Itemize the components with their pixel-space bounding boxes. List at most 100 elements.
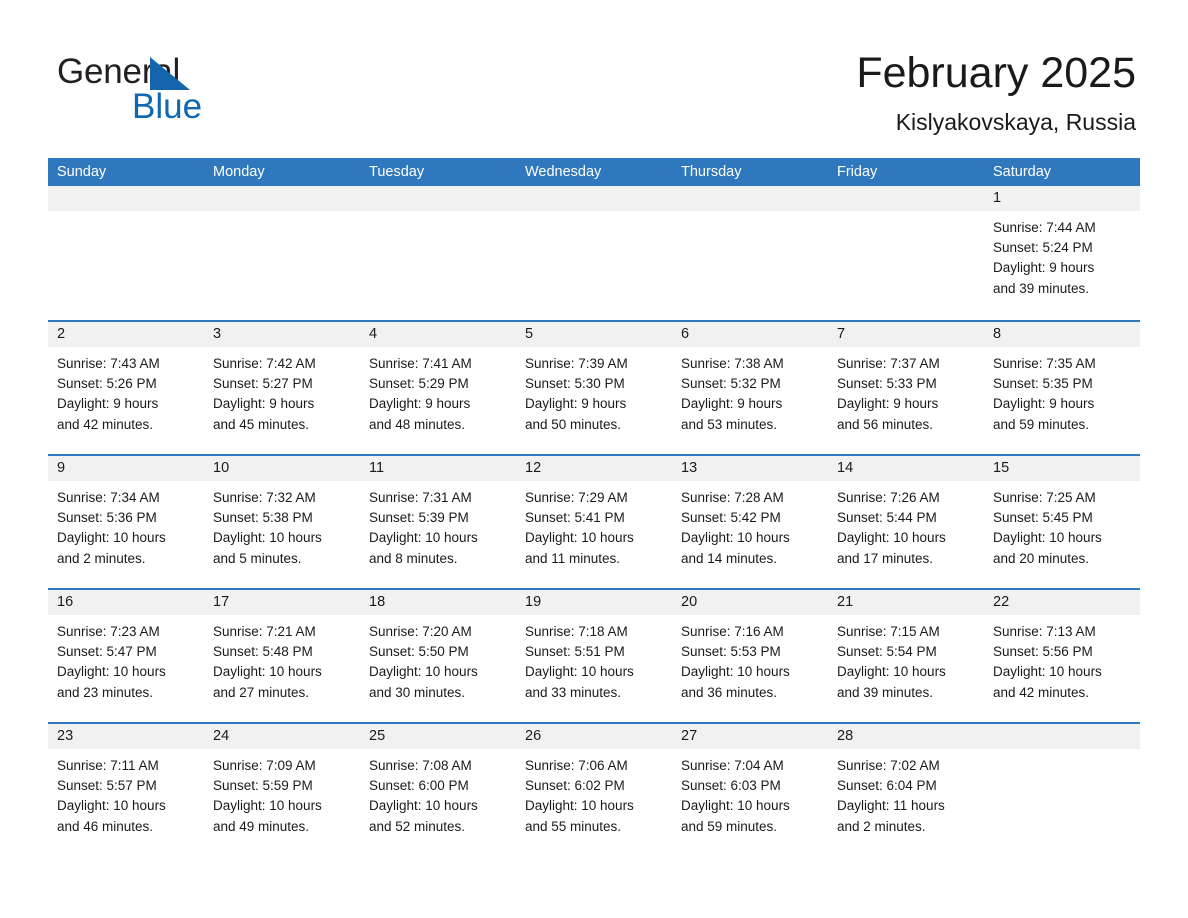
calendar-day-cell[interactable]: 22 Sunrise: 7:13 AM Sunset: 5:56 PM Dayligh… — [984, 590, 1140, 722]
calendar-day-cell[interactable]: 19 Sunrise: 7:18 AM Sunset: 5:51 PM Dayligh… — [516, 590, 672, 722]
sunrise-text: Sunrise: 7:06 AM — [525, 758, 628, 773]
day-number-band: 11 — [360, 456, 516, 481]
sunset-text: Sunset: 5:41 PM — [525, 510, 625, 526]
day-details: Sunrise: 7:02 AM Sunset: 6:04 PM Daylight:… — [828, 749, 984, 837]
day-number-band: 4 — [360, 322, 516, 347]
day-details: Sunrise: 7:44 AM Sunset: 5:24 PM Daylight:… — [984, 211, 1140, 299]
calendar-day-cell[interactable]: 16 Sunrise: 7:23 AM Sunset: 5:47 PM Dayligh… — [48, 590, 204, 722]
sunrise-text: Sunrise: 7:44 AM — [993, 220, 1096, 235]
day-number-band: 8 — [984, 322, 1140, 347]
calendar-day-cell[interactable]: 10 Sunrise: 7:32 AM Sunset: 5:38 PM Dayligh… — [204, 456, 360, 588]
daylight-text-line2: and 53 minutes. — [681, 416, 778, 432]
calendar-day-cell[interactable]: 3 Sunrise: 7:42 AM Sunset: 5:27 PM Daylight… — [204, 322, 360, 454]
day-number-band: 18 — [360, 590, 516, 615]
sunrise-text: Sunrise: 7:23 AM — [57, 624, 160, 639]
calendar-day-cell[interactable]: 24 Sunrise: 7:09 AM Sunset: 5:59 PM Dayligh… — [204, 724, 360, 856]
sunset-text: Sunset: 5:29 PM — [369, 376, 469, 392]
daylight-text-line1: Daylight: 10 hours — [525, 664, 634, 680]
day-number: 7 — [837, 326, 846, 342]
daylight-text-line1: Daylight: 9 hours — [837, 396, 939, 412]
day-number-band: 24 — [204, 724, 360, 749]
sunrise-text: Sunrise: 7:20 AM — [369, 624, 472, 639]
sunset-text: Sunset: 5:27 PM — [213, 376, 313, 392]
calendar-day-cell[interactable]: 21 Sunrise: 7:15 AM Sunset: 5:54 PM Dayligh… — [828, 590, 984, 722]
calendar-day-cell[interactable]: 4 Sunrise: 7:41 AM Sunset: 5:29 PM Daylight… — [360, 322, 516, 454]
calendar-weeks: 1 Sunrise: 7:44 AM Sunset: 5:24 PM Daylight… — [48, 186, 1140, 856]
calendar-grid: Sunday Monday Tuesday Wednesday Thursday… — [48, 158, 1140, 856]
sunset-text: Sunset: 6:03 PM — [681, 778, 781, 794]
sunrise-text: Sunrise: 7:08 AM — [369, 758, 472, 773]
day-number-band: 7 — [828, 322, 984, 347]
calendar-day-cell[interactable]: 23 Sunrise: 7:11 AM Sunset: 5:57 PM Dayligh… — [48, 724, 204, 856]
day-number-band: 5 — [516, 322, 672, 347]
day-number-band: 14 — [828, 456, 984, 481]
daylight-text-line1: Daylight: 9 hours — [681, 396, 783, 412]
weekday-header-row: Sunday Monday Tuesday Wednesday Thursday… — [48, 158, 1140, 186]
day-number: 9 — [57, 460, 66, 476]
day-number-band: 13 — [672, 456, 828, 481]
day-number: 20 — [681, 594, 698, 610]
sunrise-text: Sunrise: 7:37 AM — [837, 356, 940, 371]
calendar-day-cell[interactable]: 20 Sunrise: 7:16 AM Sunset: 5:53 PM Dayligh… — [672, 590, 828, 722]
daylight-text-line2: and 45 minutes. — [213, 416, 310, 432]
calendar-day-cell[interactable]: 5 Sunrise: 7:39 AM Sunset: 5:30 PM Daylight… — [516, 322, 672, 454]
day-number-band: 19 — [516, 590, 672, 615]
calendar-day-cell[interactable]: 27 Sunrise: 7:04 AM Sunset: 6:03 PM Dayligh… — [672, 724, 828, 856]
day-details: Sunrise: 7:29 AM Sunset: 5:41 PM Daylight:… — [516, 481, 672, 569]
sunset-text: Sunset: 5:53 PM — [681, 644, 781, 660]
sunset-text: Sunset: 5:47 PM — [57, 644, 157, 660]
day-number-band — [984, 724, 1140, 749]
sunrise-text: Sunrise: 7:39 AM — [525, 356, 628, 371]
sunset-text: Sunset: 5:30 PM — [525, 376, 625, 392]
sunrise-text: Sunrise: 7:02 AM — [837, 758, 940, 773]
weekday-header-sunday: Sunday — [57, 164, 107, 180]
daylight-text-line1: Daylight: 10 hours — [993, 530, 1102, 546]
calendar-day-cell[interactable]: 15 Sunrise: 7:25 AM Sunset: 5:45 PM Dayligh… — [984, 456, 1140, 588]
calendar-day-cell[interactable]: 18 Sunrise: 7:20 AM Sunset: 5:50 PM Dayligh… — [360, 590, 516, 722]
day-number: 12 — [525, 460, 542, 476]
sunrise-text: Sunrise: 7:26 AM — [837, 490, 940, 505]
sunset-text: Sunset: 5:32 PM — [681, 376, 781, 392]
day-details: Sunrise: 7:32 AM Sunset: 5:38 PM Daylight:… — [204, 481, 360, 569]
day-number-band — [672, 186, 828, 211]
daylight-text-line1: Daylight: 9 hours — [213, 396, 315, 412]
calendar-day-cell[interactable]: 28 Sunrise: 7:02 AM Sunset: 6:04 PM Dayligh… — [828, 724, 984, 856]
calendar-day-cell[interactable]: 11 Sunrise: 7:31 AM Sunset: 5:39 PM Dayligh… — [360, 456, 516, 588]
sunrise-text: Sunrise: 7:42 AM — [213, 356, 316, 371]
sunset-text: Sunset: 5:56 PM — [993, 644, 1093, 660]
calendar-day-cell[interactable]: 7 Sunrise: 7:37 AM Sunset: 5:33 PM Daylight… — [828, 322, 984, 454]
sunrise-text: Sunrise: 7:09 AM — [213, 758, 316, 773]
daylight-text-line2: and 42 minutes. — [993, 684, 1090, 700]
calendar-day-cell[interactable]: 2 Sunrise: 7:43 AM Sunset: 5:26 PM Daylight… — [48, 322, 204, 454]
day-number: 22 — [993, 594, 1010, 610]
day-number-band: 1 — [984, 186, 1140, 211]
calendar-day-cell[interactable]: 26 Sunrise: 7:06 AM Sunset: 6:02 PM Dayligh… — [516, 724, 672, 856]
day-number-band: 26 — [516, 724, 672, 749]
daylight-text-line1: Daylight: 10 hours — [525, 798, 634, 814]
daylight-text-line1: Daylight: 10 hours — [369, 664, 478, 680]
calendar-day-cell[interactable]: 1 Sunrise: 7:44 AM Sunset: 5:24 PM Daylight… — [984, 186, 1140, 320]
calendar-day-cell[interactable]: 6 Sunrise: 7:38 AM Sunset: 5:32 PM Daylight… — [672, 322, 828, 454]
day-number-band — [360, 186, 516, 211]
daylight-text-line1: Daylight: 10 hours — [369, 530, 478, 546]
day-number-band: 23 — [48, 724, 204, 749]
sunrise-text: Sunrise: 7:29 AM — [525, 490, 628, 505]
daylight-text-line2: and 39 minutes. — [993, 280, 1090, 296]
day-number-band: 10 — [204, 456, 360, 481]
calendar-day-cell[interactable]: 25 Sunrise: 7:08 AM Sunset: 6:00 PM Dayligh… — [360, 724, 516, 856]
calendar-day-cell[interactable]: 14 Sunrise: 7:26 AM Sunset: 5:44 PM Dayligh… — [828, 456, 984, 588]
day-number: 18 — [369, 594, 386, 610]
calendar-day-cell[interactable]: 9 Sunrise: 7:34 AM Sunset: 5:36 PM Daylight… — [48, 456, 204, 588]
calendar-day-cell[interactable]: 8 Sunrise: 7:35 AM Sunset: 5:35 PM Daylight… — [984, 322, 1140, 454]
calendar-day-cell[interactable]: 13 Sunrise: 7:28 AM Sunset: 5:42 PM Dayligh… — [672, 456, 828, 588]
day-number-band: 15 — [984, 456, 1140, 481]
sunset-text: Sunset: 5:51 PM — [525, 644, 625, 660]
day-number: 2 — [57, 326, 66, 342]
daylight-text-line2: and 20 minutes. — [993, 550, 1090, 566]
calendar-day-cell-empty — [204, 186, 360, 320]
title-block: February 2025 Kislyakovskaya, Russia — [856, 46, 1136, 136]
day-details: Sunrise: 7:16 AM Sunset: 5:53 PM Daylight:… — [672, 615, 828, 703]
calendar-day-cell[interactable]: 12 Sunrise: 7:29 AM Sunset: 5:41 PM Dayligh… — [516, 456, 672, 588]
daylight-text-line2: and 56 minutes. — [837, 416, 934, 432]
calendar-day-cell[interactable]: 17 Sunrise: 7:21 AM Sunset: 5:48 PM Dayligh… — [204, 590, 360, 722]
